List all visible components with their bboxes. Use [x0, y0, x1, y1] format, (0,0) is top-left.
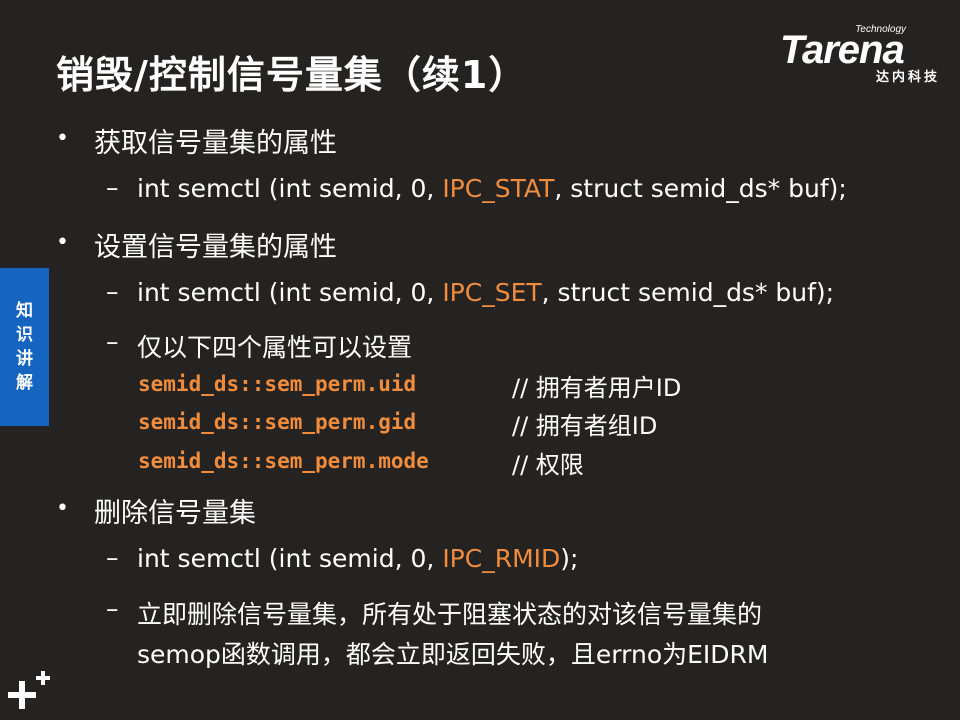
code-text: ); — [560, 544, 579, 573]
sub-item: 仅以下四个属性可以设置 — [137, 333, 413, 362]
bullet-text: 获取信号量集的属性 — [94, 128, 337, 159]
code-comment: // 权限 — [512, 451, 584, 479]
dash-marker: – — [106, 594, 119, 623]
plus-cluster-icon — [8, 671, 50, 709]
highlight-constant: IPC_SET — [442, 278, 542, 307]
code-text: int semctl (int semid, 0, — [137, 544, 443, 573]
slide-title: 销毁/控制信号量集（续1） — [56, 53, 528, 97]
code-text: , struct semid_ds* buf); — [541, 278, 835, 307]
code-comment: // 拥有者组ID — [512, 412, 658, 440]
bullet-dot: • — [56, 496, 69, 521]
side-tab-char: 识 — [16, 325, 33, 345]
sub-item: int semctl (int semid, 0, IPC_STAT, stru… — [137, 174, 847, 203]
side-tab-char: 讲 — [16, 349, 33, 369]
dash-marker: – — [106, 173, 119, 202]
tarena-logo: Technology Tarena 达内科技 — [780, 24, 946, 85]
sub-item-line: semop函数调用，都会立即返回失败，且errno为EIDRM — [137, 640, 769, 669]
bullet-dot: • — [56, 126, 69, 151]
dash-marker: – — [106, 277, 119, 306]
code-text: int semctl (int semid, 0, — [137, 174, 443, 203]
dash-marker: – — [106, 543, 119, 572]
side-tab-char: 解 — [16, 373, 33, 393]
knowledge-tab[interactable]: 知 识 讲 解 — [0, 268, 49, 426]
sub-item-line: 立即删除信号量集，所有处于阻塞状态的对该信号量集的 — [137, 600, 763, 629]
code-text: , struct semid_ds* buf); — [554, 174, 847, 203]
code-line: semid_ds::sem_perm.uid — [138, 372, 417, 396]
sub-item: int semctl (int semid, 0, IPC_SET, struc… — [137, 278, 834, 307]
highlight-constant: IPC_STAT — [442, 174, 555, 203]
code-line: semid_ds::sem_perm.gid — [138, 410, 417, 434]
bullet-text: 设置信号量集的属性 — [94, 232, 337, 263]
code-text: int semctl (int semid, 0, — [137, 278, 443, 307]
logo-subtitle: 达内科技 — [875, 70, 940, 85]
side-tab-char: 知 — [16, 301, 33, 321]
bullet-dot: • — [56, 230, 69, 255]
code-line: semid_ds::sem_perm.mode — [138, 449, 429, 473]
dash-marker: – — [106, 327, 119, 356]
bullet-text: 删除信号量集 — [94, 498, 256, 529]
code-comment: // 拥有者用户ID — [512, 374, 682, 402]
sub-item: int semctl (int semid, 0, IPC_RMID); — [137, 544, 578, 573]
highlight-constant: IPC_RMID — [442, 544, 561, 573]
